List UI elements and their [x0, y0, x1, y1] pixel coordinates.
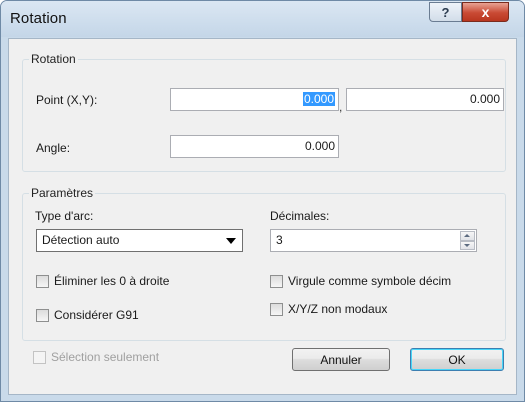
selection-only-label: Sélection seulement	[51, 350, 160, 364]
rotation-dialog-window: Rotation ? x Rotation Point (X,Y): 0.000…	[0, 0, 525, 402]
parameters-group: Paramètres Type d'arc: Détection auto Dé…	[22, 186, 506, 341]
checkbox-box[interactable]	[270, 302, 283, 316]
point-separator: ,	[339, 100, 343, 114]
spin-up-icon[interactable]	[460, 231, 475, 241]
point-x-input[interactable]: 0.000	[170, 88, 339, 111]
checkbox-box[interactable]	[36, 274, 49, 288]
checkbox-box[interactable]	[36, 308, 49, 322]
point-label: Point (X,Y):	[36, 93, 98, 107]
help-icon: ?	[441, 4, 450, 20]
consider-g91-label: Considérer G91	[54, 308, 139, 322]
ok-button[interactable]: OK	[410, 348, 504, 371]
checkbox-box[interactable]	[270, 274, 283, 288]
consider-g91-checkbox[interactable]: Considérer G91	[36, 308, 139, 322]
selection-only-checkbox: Sélection seulement	[33, 350, 159, 364]
angle-value: 0.000	[304, 139, 335, 153]
help-button[interactable]: ?	[429, 2, 462, 22]
point-y-value: 0.000	[469, 92, 500, 106]
remove-trailing-zeros-label: Éliminer les 0 à droite	[54, 274, 170, 288]
cancel-button[interactable]: Annuler	[292, 348, 390, 371]
close-button[interactable]: x	[462, 2, 509, 22]
rotation-group: Rotation Point (X,Y): 0.000 , 0.000 Angl…	[22, 52, 506, 172]
title-bar[interactable]: Rotation ? x	[1, 1, 524, 37]
rotation-group-legend: Rotation	[29, 52, 78, 66]
arc-type-selected: Détection auto	[42, 233, 120, 247]
angle-label: Angle:	[36, 141, 71, 155]
spin-down-icon[interactable]	[460, 240, 475, 250]
comma-decimal-label: Virgule comme symbole décim	[288, 274, 452, 288]
checkbox-box	[33, 350, 46, 364]
dialog-client-area: Rotation Point (X,Y): 0.000 , 0.000 Angl…	[8, 38, 517, 395]
decimals-spin-buttons	[460, 231, 475, 250]
arc-type-label: Type d'arc:	[35, 209, 94, 223]
ok-button-label: OK	[448, 352, 466, 367]
cancel-button-label: Annuler	[320, 352, 362, 367]
xyz-non-modal-checkbox[interactable]: X/Y/Z non modaux	[270, 302, 387, 316]
xyz-non-modal-label: X/Y/Z non modaux	[288, 302, 388, 316]
close-icon: x	[481, 4, 490, 20]
window-title: Rotation	[10, 10, 67, 27]
remove-trailing-zeros-checkbox[interactable]: Éliminer les 0 à droite	[36, 274, 169, 288]
point-x-value: 0.000	[302, 92, 335, 106]
angle-input[interactable]: 0.000	[170, 135, 339, 158]
comma-decimal-checkbox[interactable]: Virgule comme symbole décim	[270, 274, 451, 288]
arc-type-dropdown[interactable]: Détection auto	[36, 229, 243, 252]
decimals-label: Décimales:	[270, 209, 330, 223]
decimals-stepper[interactable]: 3	[270, 229, 477, 252]
decimals-value: 3	[276, 233, 283, 247]
point-y-input[interactable]: 0.000	[346, 88, 504, 111]
chevron-down-icon	[226, 238, 236, 244]
parameters-group-legend: Paramètres	[29, 186, 96, 200]
